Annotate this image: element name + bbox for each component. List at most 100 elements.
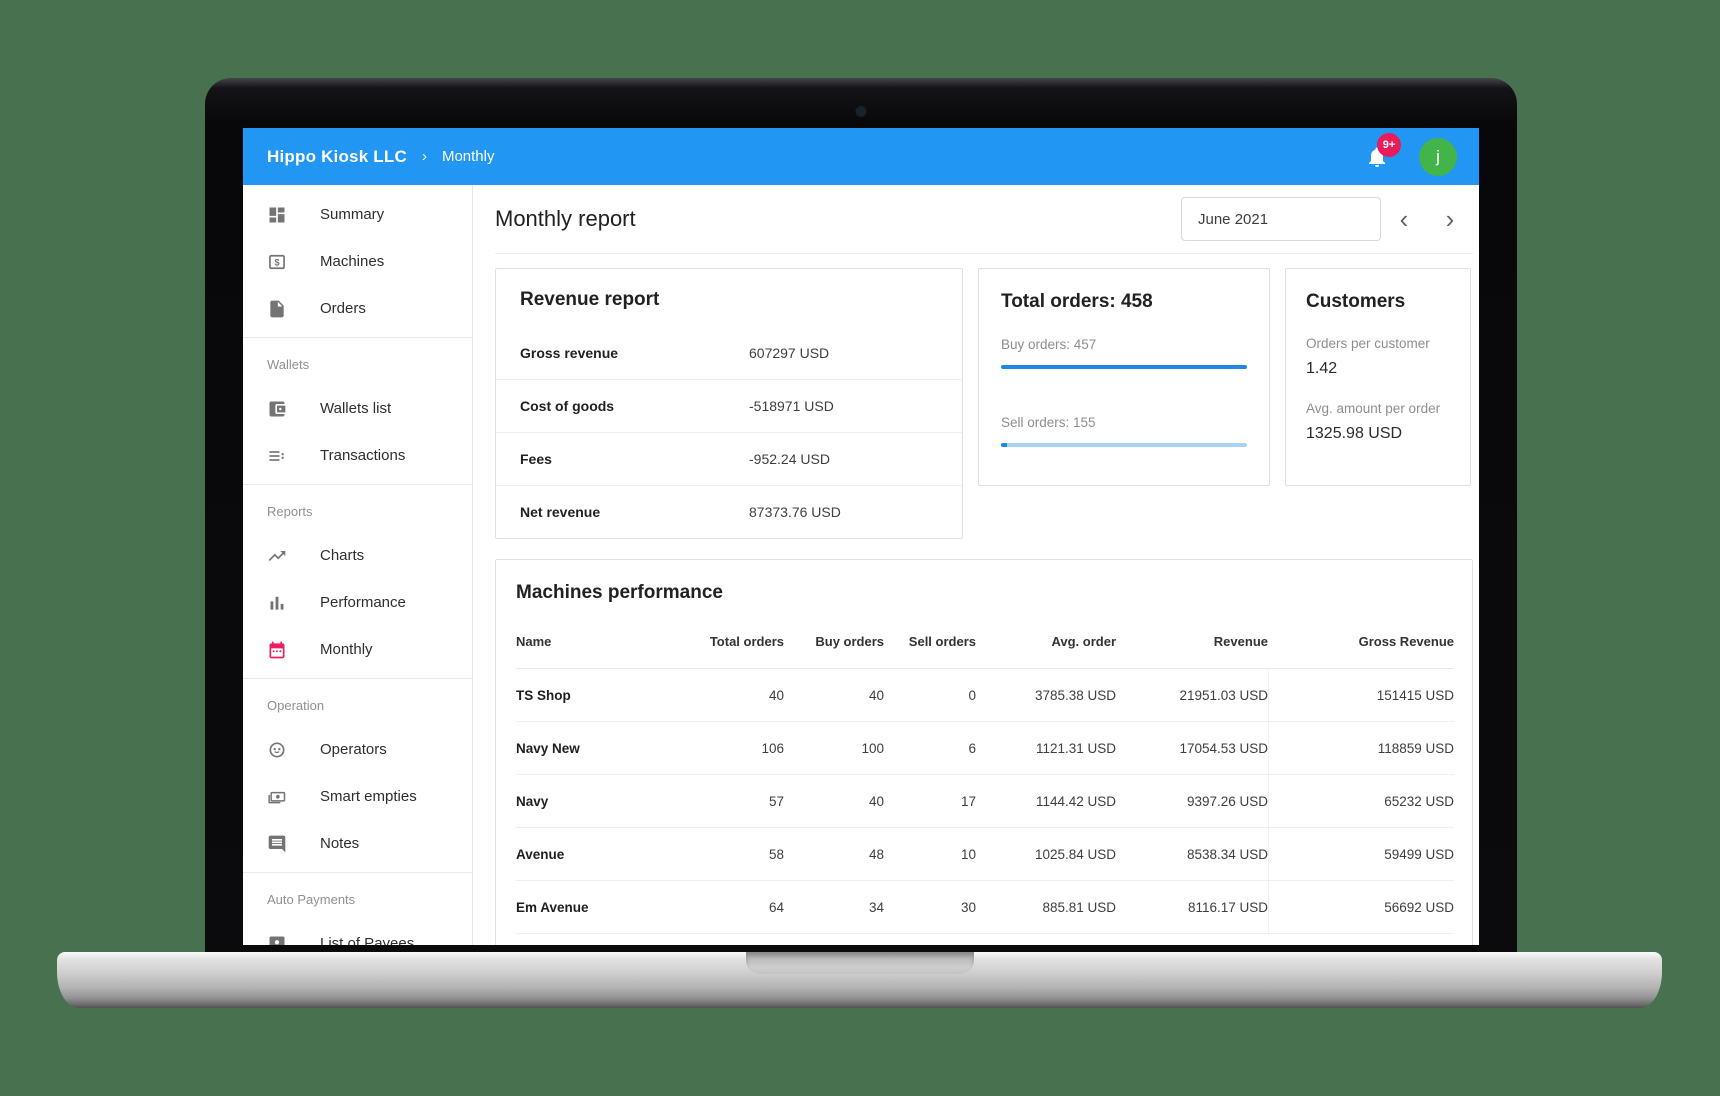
sidebar-item-list-of-payees[interactable]: List of Payees: [243, 920, 472, 945]
total-orders-title: Total orders: 458: [1001, 291, 1247, 313]
charts-icon: [267, 546, 287, 566]
sidebar-section-label: Reports: [243, 490, 472, 532]
table-row[interactable]: Navy New10610061121.31 USD17054.53 USD11…: [516, 722, 1454, 775]
column-header-sell-orders: Sell orders: [884, 634, 976, 649]
sidebar-item-orders[interactable]: Orders: [243, 285, 472, 332]
operators-icon: [267, 740, 287, 760]
cell-name: Avenue: [516, 847, 694, 862]
notification-badge: 9+: [1377, 133, 1401, 157]
machine-icon: $: [267, 252, 287, 272]
revenue-row-label: Net revenue: [520, 504, 600, 520]
cell-buy-orders: 48: [784, 847, 884, 862]
customers-title: Customers: [1306, 291, 1450, 313]
cell-avg-order: 885.81 USD: [976, 900, 1116, 915]
main-content: Monthly report June 2021 ‹ › Revenue rep…: [473, 185, 1479, 945]
column-header-avg-order: Avg. order: [976, 634, 1116, 649]
cell-buy-orders: 100: [784, 741, 884, 756]
column-header-buy-orders: Buy orders: [784, 634, 884, 649]
cell-gross-revenue: 56692 USD: [1268, 881, 1454, 933]
sidebar-item-wallets-list[interactable]: Wallets list: [243, 385, 472, 432]
sidebar-item-operators[interactable]: Operators: [243, 726, 472, 773]
column-header-gross-revenue: Gross Revenue: [1268, 634, 1454, 649]
column-header-total-orders: Total orders: [694, 634, 784, 649]
laptop-base: [57, 952, 1662, 1008]
sidebar-item-monthly[interactable]: Monthly: [243, 626, 472, 673]
table-row[interactable]: TS Shop404003785.38 USD21951.03 USD15141…: [516, 669, 1454, 722]
cell-revenue: 9397.26 USD: [1116, 794, 1268, 809]
cell-gross-revenue: 65232 USD: [1268, 775, 1454, 827]
cell-avg-order: 1121.31 USD: [976, 741, 1116, 756]
cell-buy-orders: 34: [784, 900, 884, 915]
sidebar-nav: Summary$MachinesOrdersWalletsWallets lis…: [243, 185, 473, 945]
orders-icon: [267, 299, 287, 319]
order-progress-bar: [1001, 443, 1247, 447]
sidebar-item-label: Charts: [320, 547, 364, 564]
prev-month-button[interactable]: ‹: [1381, 197, 1427, 241]
cell-name: Em Avenue: [516, 900, 694, 915]
laptop-base-notch: [746, 952, 974, 974]
sidebar-item-label: Operators: [320, 741, 387, 758]
table-row[interactable]: Navy5740171144.42 USD9397.26 USD65232 US…: [516, 775, 1454, 828]
sidebar-item-machines[interactable]: $ Machines: [243, 238, 472, 285]
revenue-row: Gross revenue607297 USD: [496, 327, 962, 379]
table-row[interactable]: Em Avenue643430885.81 USD8116.17 USD5669…: [516, 881, 1454, 934]
cell-sell-orders: 6: [884, 741, 976, 756]
revenue-row-value: -952.24 USD: [749, 451, 830, 467]
sidebar-item-transactions[interactable]: Transactions: [243, 432, 472, 479]
smart-empties-icon: [267, 787, 287, 807]
cell-gross-revenue: 118859 USD: [1268, 722, 1454, 774]
revenue-report-card: Revenue report Gross revenue607297 USDCo…: [495, 268, 963, 539]
dashboard-icon: [267, 205, 287, 225]
notifications-button[interactable]: 9+: [1365, 145, 1389, 169]
cell-name: Navy New: [516, 741, 694, 756]
svg-text:$: $: [274, 257, 279, 267]
order-bar-label: Buy orders: 457: [1001, 337, 1247, 352]
calendar-icon: [267, 640, 287, 660]
order-bar-label: Sell orders: 155: [1001, 415, 1247, 430]
table-row[interactable]: Avenue5848101025.84 USD8538.34 USD59499 …: [516, 828, 1454, 881]
sidebar-item-smart-empties[interactable]: Smart empties: [243, 773, 472, 820]
month-selector-input[interactable]: June 2021: [1181, 197, 1381, 241]
revenue-row: Cost of goods-518971 USD: [496, 379, 962, 432]
page-header: Monthly report June 2021 ‹ ›: [495, 185, 1473, 254]
sidebar-section-label: Auto Payments: [243, 878, 472, 920]
column-header-name: Name: [516, 634, 694, 649]
sidebar-item-summary[interactable]: Summary: [243, 191, 472, 238]
revenue-row: Net revenue87373.76 USD: [496, 485, 962, 538]
cell-avg-order: 3785.38 USD: [976, 688, 1116, 703]
table-body: TS Shop404003785.38 USD21951.03 USD15141…: [516, 669, 1454, 934]
total-orders-card: Total orders: 458 Buy orders: 457 Sell or…: [978, 268, 1270, 486]
laptop-frame: Hippo Kiosk LLC › Monthly 9+ j Summary $ M…: [205, 78, 1517, 952]
order-bars: Buy orders: 457 Sell orders: 155: [1001, 337, 1247, 447]
cell-buy-orders: 40: [784, 688, 884, 703]
cell-gross-revenue: 59499 USD: [1268, 828, 1454, 880]
avatar[interactable]: j: [1419, 138, 1457, 176]
webcam-icon: [857, 107, 866, 116]
sidebar-divider: [243, 872, 472, 873]
app-body: Summary$MachinesOrdersWalletsWallets lis…: [243, 185, 1479, 945]
revenue-report-title: Revenue report: [496, 289, 962, 311]
sidebar-item-performance[interactable]: Performance: [243, 579, 472, 626]
cell-buy-orders: 40: [784, 794, 884, 809]
next-month-button[interactable]: ›: [1427, 197, 1473, 241]
breadcrumb: Monthly: [442, 148, 495, 165]
cell-name: TS Shop: [516, 688, 694, 703]
sidebar-item-charts[interactable]: Charts: [243, 532, 472, 579]
revenue-row: Fees-952.24 USD: [496, 432, 962, 485]
customer-metric-label: Avg. amount per order: [1306, 401, 1450, 418]
cell-sell-orders: 17: [884, 794, 976, 809]
table-header-row: NameTotal ordersBuy ordersSell ordersAvg…: [516, 614, 1454, 669]
sidebar-item-label: Wallets list: [320, 400, 391, 417]
cell-revenue: 8538.34 USD: [1116, 847, 1268, 862]
brand-title: Hippo Kiosk LLC: [267, 147, 407, 167]
sidebar-item-notes[interactable]: Notes: [243, 820, 472, 867]
customer-metric-label: Orders per customer: [1306, 336, 1450, 353]
customer-metric: Orders per customer1.42: [1306, 336, 1450, 378]
cell-avg-order: 1025.84 USD: [976, 847, 1116, 862]
sidebar-item-label: List of Payees: [320, 935, 414, 945]
app-header: Hippo Kiosk LLC › Monthly 9+ j: [243, 128, 1479, 185]
app-window: Hippo Kiosk LLC › Monthly 9+ j Summary $ M…: [243, 128, 1479, 945]
sidebar-section-label: Operation: [243, 684, 472, 726]
chevron-right-icon: ›: [1446, 204, 1455, 235]
sidebar-item-label: Machines: [320, 253, 384, 270]
